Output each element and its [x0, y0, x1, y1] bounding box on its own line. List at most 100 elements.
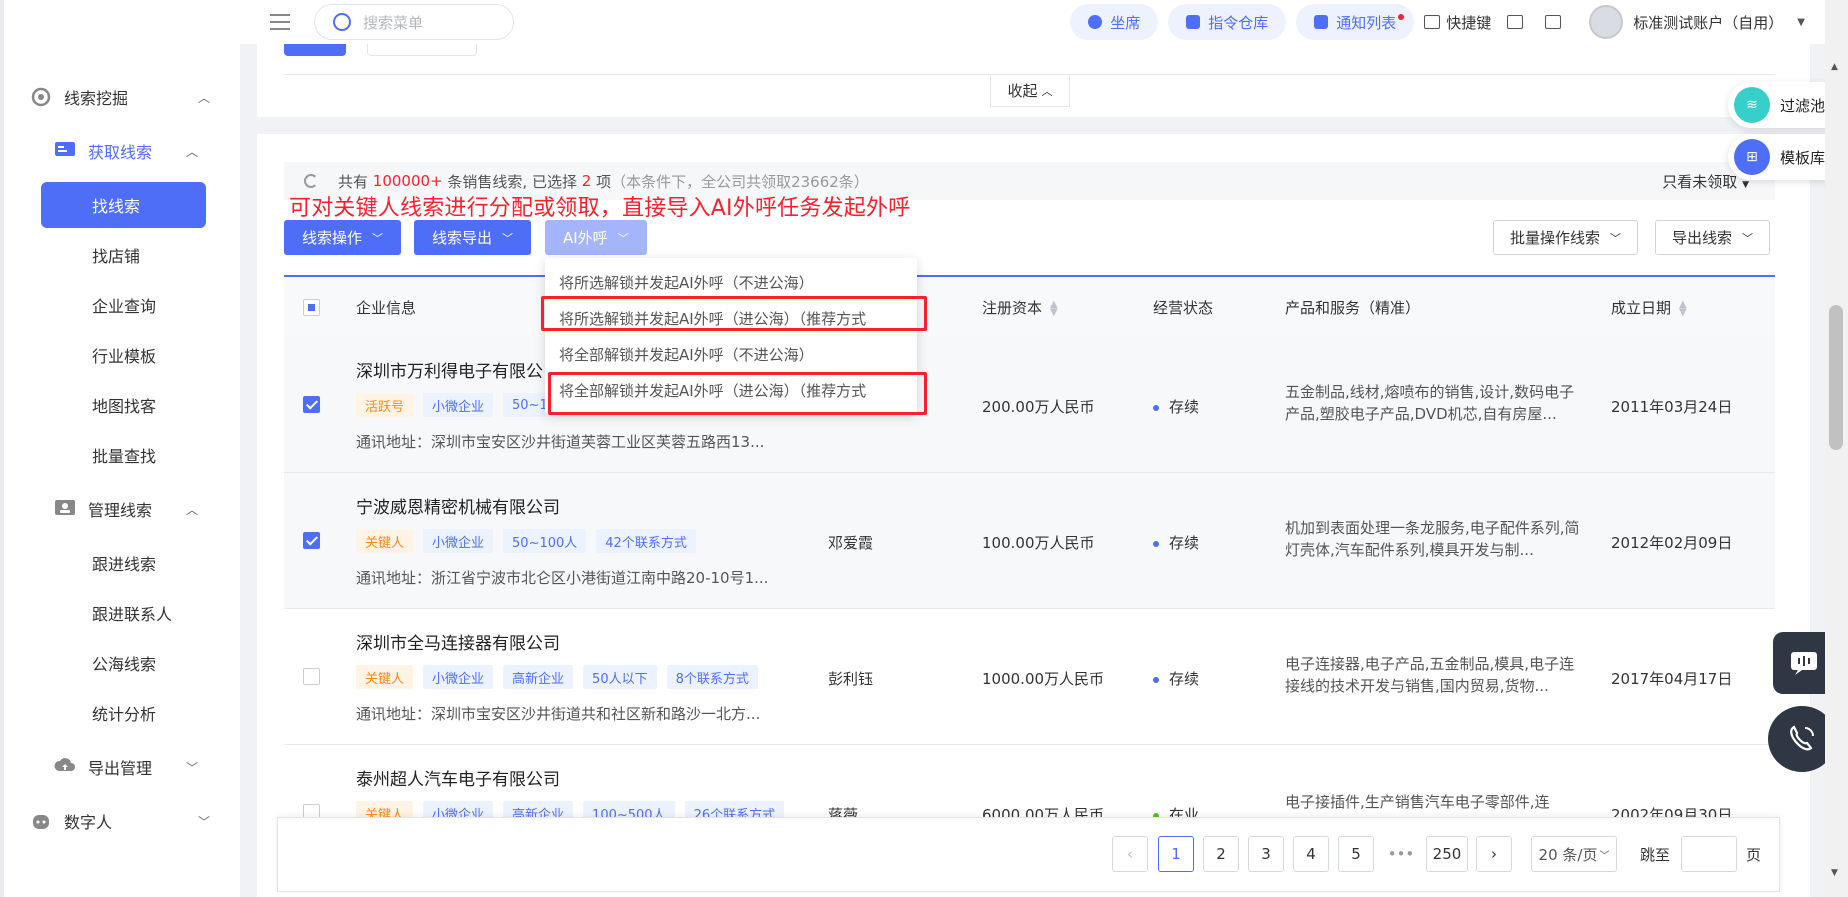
menu-item-all-no-pool[interactable]: 将全部解锁并发起AI外呼（不进公海） [545, 336, 917, 372]
notification-list-label: 通知列表 [1336, 13, 1397, 32]
sidebar-item-map-search[interactable]: 地图找客 [4, 382, 240, 428]
sidebar-item-find-leads[interactable]: 找线索 [41, 182, 206, 228]
template-lib-label: 模板库 [1780, 148, 1826, 167]
products-services: 五金制品,线材,熔喷布的销售,设计,数码电子产品,塑胶电子产品,DVD机芯,自有… [1285, 383, 1575, 423]
headset-icon [1088, 15, 1103, 29]
sidebar-item-statistics[interactable]: 统计分析 [4, 690, 240, 736]
company-name[interactable]: 深圳市全马连接器有限公司 [356, 629, 560, 654]
ai-call-button[interactable]: AI外呼 ﹀ [545, 220, 647, 255]
tag: 小微企业 [423, 665, 494, 689]
sub-group-manage-leads[interactable]: 管理线索 ︿ [4, 482, 240, 536]
page-button[interactable]: 250 [1426, 836, 1468, 872]
page-ellipsis[interactable]: ••• [1383, 836, 1419, 872]
search-button-fragment[interactable] [284, 44, 346, 56]
founded-date: 2012年02月09日 [1611, 534, 1733, 552]
key-person: 邓爱霞 [828, 534, 874, 552]
status-label: 存续 [1169, 534, 1200, 552]
page-button[interactable]: 4 [1293, 836, 1329, 872]
menu-group-lead-mining[interactable]: 线索挖掘 ︿ [4, 70, 240, 124]
search-placeholder: 搜索菜单 [363, 13, 424, 32]
menu-toggle-icon[interactable] [270, 14, 290, 30]
sidebar-item-industry-template[interactable]: 行业模板 [4, 332, 240, 378]
page-button[interactable]: 5 [1338, 836, 1374, 872]
scroll-up-icon[interactable]: ▲ [1831, 62, 1838, 72]
account-name[interactable]: 标准测试账户（自用） [1633, 12, 1783, 33]
company-name[interactable]: 深圳市万利得电子有限公 [356, 357, 543, 382]
row-checkbox[interactable] [303, 668, 320, 685]
table-row[interactable]: 深圳市万利得电子有限公 活跃号 小微企业 50~1 通讯地址：深圳市宝安区沙井街… [284, 337, 1775, 473]
prev-page-button[interactable]: ‹ [1112, 836, 1148, 872]
sort-icon[interactable]: ▲ ▼ [1679, 299, 1687, 317]
company-name[interactable]: 泰州超人汽车电子有限公司 [356, 765, 560, 790]
page-button[interactable]: 1 [1158, 836, 1194, 872]
products-services: 电子连接器,电子产品,五金制品,模具,电子连接线的技术开发与销售,国内贸易,货物… [1285, 655, 1575, 695]
cloud-upload-icon [54, 756, 76, 778]
products-services: 电子接插件,生产销售汽车电子零部件,连 [1285, 793, 1550, 811]
reset-button-fragment[interactable] [367, 44, 477, 56]
row-checkbox[interactable] [303, 532, 320, 549]
col-founded[interactable]: 成立日期 ▲ ▼ [1611, 297, 1687, 318]
lead-ops-label: 线索操作 [302, 229, 363, 247]
layers-icon: ≋ [1734, 87, 1770, 123]
batch-ops-button[interactable]: 批量操作线索 ﹀ [1493, 220, 1639, 255]
sidebar-item-follow-contacts[interactable]: 跟进联系人 [4, 590, 240, 636]
next-page-button[interactable]: › [1476, 836, 1512, 872]
tag-list: 关键人 小微企业 高新企业 50人以下 8个联系方式 [356, 665, 768, 689]
tag: 小微企业 [423, 529, 494, 553]
collapse-button[interactable]: 收起 ︿ [990, 75, 1070, 107]
avatar[interactable] [1589, 5, 1624, 39]
annotation-text: 可对关键人线索进行分配或领取，直接导入AI外呼任务发起外呼 [289, 196, 911, 221]
menu-item-all-pool[interactable]: 将全部解锁并发起AI外呼（进公海）（推荐方式 [545, 372, 917, 408]
sidebar-item-batch-search[interactable]: 批量查找 [4, 432, 240, 478]
seat-button[interactable]: 坐席 [1070, 4, 1159, 40]
tag: 42个联系方式 [596, 529, 696, 553]
shortcut-button[interactable]: 快捷键 [1424, 12, 1491, 33]
sort-icon[interactable]: ▲ ▼ [1050, 299, 1058, 317]
chevron-up-icon: ︿ [185, 144, 198, 159]
page-button[interactable]: 3 [1248, 836, 1284, 872]
row-checkbox[interactable] [303, 396, 320, 413]
goto-page-input[interactable] [1681, 836, 1737, 872]
company-address: 通讯地址：深圳市宝安区沙井街道芙蓉工业区芙蓉五路西13... [356, 433, 765, 451]
menu-search-input[interactable]: 搜索菜单 [314, 4, 514, 40]
registered-capital: 1000.00万人民币 [982, 670, 1105, 688]
selected-count: 2 [581, 172, 592, 190]
sidebar-item-public-leads[interactable]: 公海线索 [4, 640, 240, 686]
sidebar-item-follow-leads[interactable]: 跟进线索 [4, 540, 240, 586]
ai-call-dropdown: 将所选解锁并发起AI外呼（不进公海） 将所选解锁并发起AI外呼（进公海）（推荐方… [545, 258, 917, 414]
page-scrollbar[interactable]: ▲ ▼ [1825, 0, 1848, 897]
export-leads-button[interactable]: 导出线索 ﹀ [1655, 220, 1771, 255]
monitor-icon [1507, 15, 1524, 29]
caret-down-icon[interactable]: ▼ [1797, 17, 1805, 28]
menu-group-digital-human[interactable]: 数字人 ﹀ [4, 794, 240, 848]
summary-extra: （本条件下，全公司共领取23662条） [611, 172, 869, 191]
scroll-thumb[interactable] [1829, 305, 1843, 450]
menu-item-selected-pool[interactable]: 将所选解锁并发起AI外呼（进公海）（推荐方式 [545, 300, 917, 336]
refresh-icon[interactable] [304, 174, 318, 188]
screenshot-icon[interactable] [1545, 15, 1567, 29]
screen-icon[interactable] [1507, 15, 1529, 29]
page-size-select[interactable]: 20 条/页 ﹀ [1531, 836, 1617, 872]
business-status: 存续 [1153, 532, 1199, 553]
notification-list-button[interactable]: 通知列表 [1296, 4, 1415, 40]
summary-suffix: 项 [596, 172, 612, 191]
sidebar-item-find-shops[interactable]: 找店铺 [4, 232, 240, 278]
table-row[interactable]: 深圳市全马连接器有限公司 关键人 小微企业 高新企业 50人以下 8个联系方式 … [284, 609, 1775, 745]
company-name[interactable]: 宁波威恩精密机械有限公司 [356, 493, 560, 518]
col-capital[interactable]: 注册资本 ▲ ▼ [982, 297, 1058, 318]
page-button[interactable]: 2 [1203, 836, 1239, 872]
table-row[interactable]: 宁波威恩精密机械有限公司 关键人 小微企业 50~100人 42个联系方式 通讯… [284, 473, 1775, 609]
lead-ops-button[interactable]: 线索操作 ﹀ [284, 220, 402, 255]
sidebar-item-company-query[interactable]: 企业查询 [4, 282, 240, 328]
lead-export-button[interactable]: 线索导出 ﹀ [414, 220, 532, 255]
sub-group-get-leads[interactable]: 获取线索 ︿ [4, 124, 240, 178]
command-warehouse-button[interactable]: 指令仓库 [1168, 4, 1287, 40]
sub-group-label: 导出管理 [88, 759, 153, 778]
template-icon: ⊞ [1734, 139, 1770, 175]
select-all-checkbox[interactable] [303, 299, 320, 316]
sub-group-export-manage[interactable]: 导出管理 ﹀ [4, 740, 240, 794]
registered-capital: 200.00万人民币 [982, 398, 1095, 416]
menu-item-selected-no-pool[interactable]: 将所选解锁并发起AI外呼（不进公海） [545, 264, 917, 300]
scroll-down-icon[interactable]: ▼ [1831, 868, 1838, 878]
chevron-up-icon: ﹀ [617, 231, 629, 245]
